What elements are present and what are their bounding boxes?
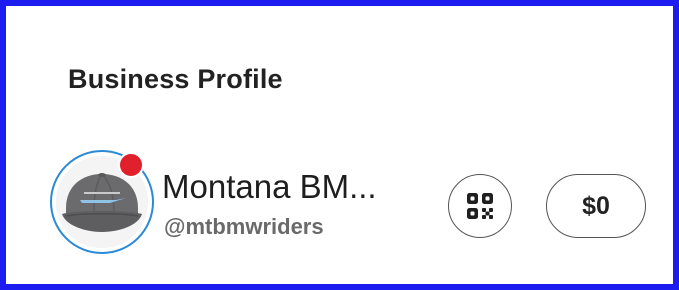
business-profile-card: Business Profile Montana BM... @mtbmwrid… [20, 16, 671, 284]
balance-button[interactable]: $0 [546, 174, 646, 238]
notification-dot [118, 152, 144, 178]
section-title: Business Profile [68, 64, 283, 94]
qr-code-button[interactable] [448, 174, 512, 238]
business-handle: @mtbmwriders [164, 214, 324, 239]
screenshot-frame: Business Profile Montana BM... @mtbmwrid… [0, 0, 679, 290]
profile-avatar[interactable] [50, 150, 154, 254]
business-name: Montana BM... [162, 168, 377, 205]
qr-code-icon [467, 193, 493, 219]
